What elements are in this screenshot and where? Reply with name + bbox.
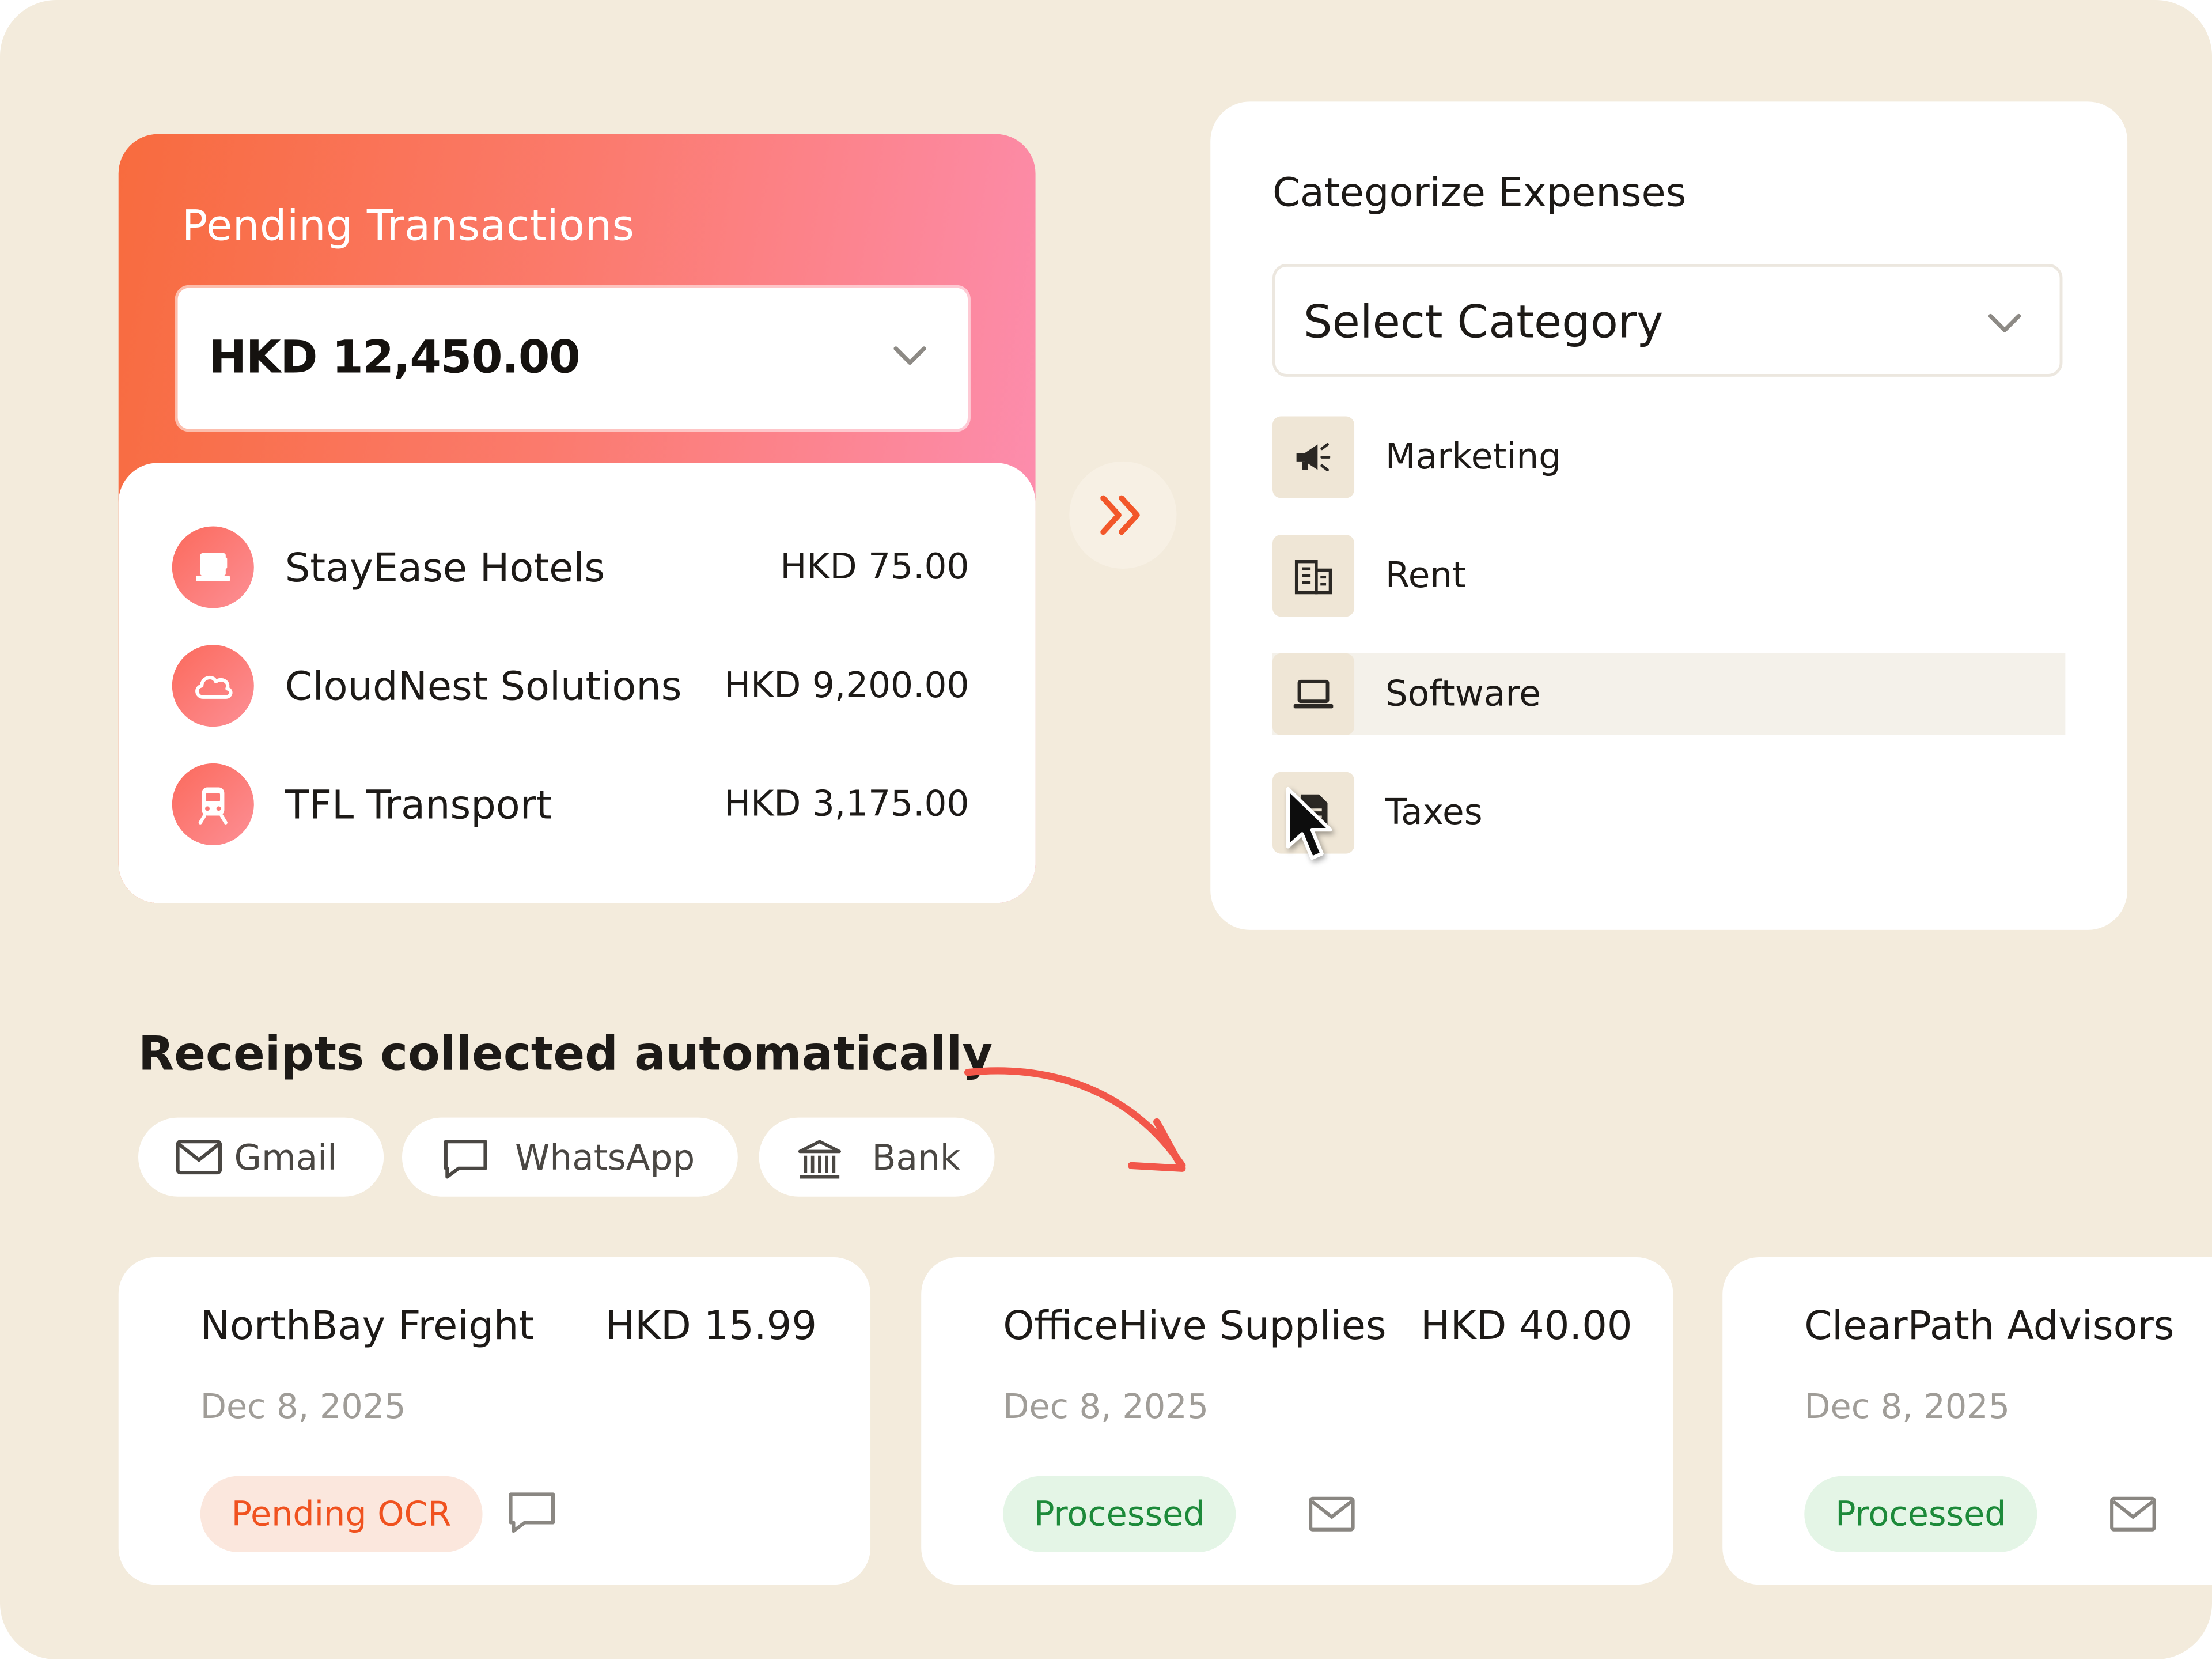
chip-label: Bank (872, 1137, 961, 1178)
transaction-name: TFL Transport (285, 781, 552, 829)
mail-icon (2110, 1496, 2156, 1532)
category-option-marketing[interactable]: Marketing (1272, 416, 2065, 498)
receipt-vendor: OfficeHive Supplies (1003, 1302, 1387, 1349)
forward-button[interactable] (1069, 461, 1177, 569)
chat-icon (444, 1140, 487, 1179)
mail-icon (176, 1140, 222, 1175)
megaphone-icon (1272, 416, 1355, 498)
receipt-vendor: ClearPath Advisors (1804, 1302, 2175, 1349)
transaction-amount: HKD 9,200.00 (724, 664, 969, 706)
receipt-date: Dec 8, 2025 (1804, 1387, 2010, 1427)
pending-transactions-card: Pending Transactions HKD 12,450.00 StayE… (118, 134, 1036, 903)
categorize-title: Categorize Expenses (1272, 169, 1687, 216)
amount-dropdown[interactable]: HKD 12,450.00 (177, 288, 968, 429)
hotel-icon (172, 526, 254, 608)
receipt-card[interactable]: ClearPath Advisors Dec 8, 2025 Processed (1722, 1257, 2212, 1585)
category-option-software[interactable]: Software (1272, 653, 2066, 735)
category-option-taxes[interactable]: Taxes (1272, 772, 2065, 854)
receipt-amount: HKD 40.00 (1421, 1302, 1633, 1349)
category-select-placeholder: Select Category (1303, 294, 1664, 349)
transaction-row[interactable]: CloudNest Solutions HKD 9,200.00 (172, 645, 969, 729)
category-option-label: Taxes (1385, 791, 1483, 833)
status-badge: Processed (1804, 1476, 2037, 1552)
transaction-name: CloudNest Solutions (285, 663, 682, 710)
laptop-icon (1272, 653, 1355, 735)
receipt-date: Dec 8, 2025 (1003, 1387, 1209, 1427)
chevron-down-icon (1988, 313, 2021, 332)
receipt-date: Dec 8, 2025 (200, 1387, 406, 1427)
receipt-vendor: NorthBay Freight (200, 1302, 535, 1349)
categorize-expenses-card: Categorize Expenses Select Category Mark… (1210, 101, 2128, 930)
chat-icon (509, 1492, 555, 1533)
category-option-rent[interactable]: Rent (1272, 535, 2065, 617)
transaction-amount: HKD 75.00 (780, 546, 969, 587)
mail-icon (1309, 1496, 1355, 1532)
receipt-card[interactable]: OfficeHive Supplies HKD 40.00 Dec 8, 202… (921, 1257, 1673, 1585)
source-chip-whatsapp[interactable]: WhatsApp (402, 1117, 738, 1197)
transaction-row[interactable]: StayEase Hotels HKD 75.00 (172, 526, 969, 611)
chip-label: Gmail (234, 1137, 338, 1178)
receipt-amount: HKD 15.99 (605, 1302, 817, 1349)
double-chevron-right-icon (1100, 495, 1140, 535)
status-badge: Processed (1003, 1476, 1236, 1552)
building-icon (1272, 535, 1355, 617)
source-chip-bank[interactable]: Bank (759, 1117, 995, 1197)
transaction-row[interactable]: TFL Transport HKD 3,175.00 (172, 763, 969, 848)
cloud-icon (172, 645, 254, 727)
transaction-amount: HKD 3,175.00 (724, 783, 969, 825)
amount-value: HKD 12,450.00 (209, 330, 580, 384)
mouse-cursor-icon (1286, 786, 1332, 860)
bank-icon (798, 1140, 841, 1179)
status-badge: Pending OCR (200, 1476, 483, 1552)
receipts-title: Receipts collected automatically (138, 1026, 993, 1081)
pending-transactions-title: Pending Transactions (181, 202, 635, 251)
category-option-label: Marketing (1385, 436, 1562, 477)
category-option-label: Software (1385, 673, 1541, 714)
category-select[interactable]: Select Category (1272, 263, 2063, 377)
train-icon (172, 763, 254, 845)
source-chip-gmail[interactable]: Gmail (138, 1117, 384, 1197)
chip-label: WhatsApp (514, 1137, 695, 1178)
transaction-name: StayEase Hotels (285, 544, 605, 592)
curved-arrow-icon (964, 1067, 1186, 1172)
chevron-down-icon (893, 346, 926, 365)
receipt-card[interactable]: NorthBay Freight HKD 15.99 Dec 8, 2025 P… (118, 1257, 871, 1585)
transactions-list: StayEase Hotels HKD 75.00 CloudNest Solu… (118, 463, 1036, 903)
page-background: Pending Transactions HKD 12,450.00 StayE… (0, 0, 2212, 1660)
category-option-label: Rent (1385, 554, 1467, 596)
